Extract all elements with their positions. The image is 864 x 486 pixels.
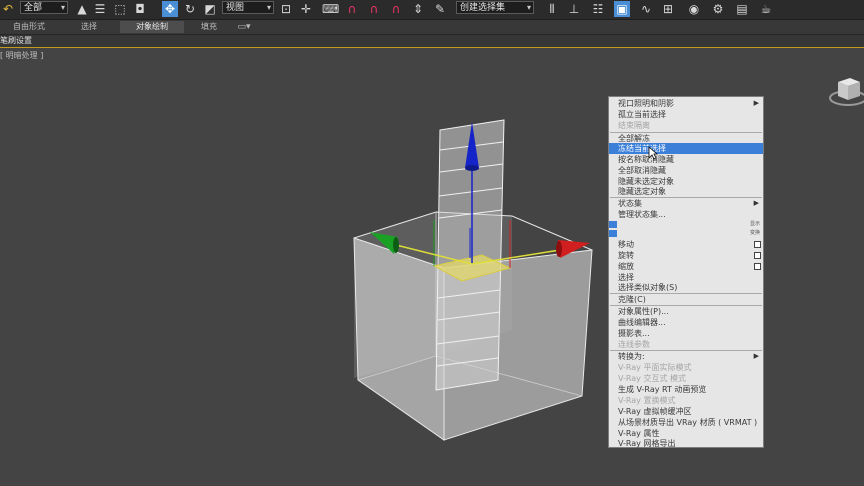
quad-context-menu: 视口照明和阴影 ▶ 孤立当前选择 结束隔离 全部解冻 冻结当前选择 按名称取消隐藏… bbox=[608, 96, 764, 448]
undo-icon[interactable]: ↶ bbox=[0, 1, 16, 17]
menu-item-vray-frame-buffer[interactable]: V-Ray 虚拟帧缓冲区 bbox=[609, 406, 763, 417]
teapot-icon[interactable]: ☕ bbox=[758, 1, 774, 17]
snap-icon[interactable]: ∩ bbox=[344, 1, 360, 17]
ribbon-options-icon[interactable]: ▭▾ bbox=[236, 21, 252, 33]
menu-item-wire-parameters[interactable]: 连线参数 bbox=[609, 339, 763, 350]
menu-item-convert-to[interactable]: 转换为: ▶ bbox=[609, 351, 763, 362]
window-crossing-icon[interactable]: ◘ bbox=[132, 1, 148, 17]
menu-item-vray-interactive-mode[interactable]: V-Ray 交互式 模式 bbox=[609, 373, 763, 384]
settings-box-icon[interactable] bbox=[754, 263, 761, 270]
rotate-icon[interactable]: ↻ bbox=[182, 1, 198, 17]
percent-snap-icon[interactable]: ∩ bbox=[388, 1, 404, 17]
ribbon-tab-bar: 自由形式 选择 对象绘制 填充 ▭▾ bbox=[0, 20, 864, 35]
menu-item-curve-editor[interactable]: 曲线编辑器... bbox=[609, 317, 763, 328]
tab-freeform[interactable]: 自由形式 bbox=[0, 21, 58, 33]
brush-settings-label[interactable]: 笔刷设置 bbox=[0, 35, 32, 47]
move-icon[interactable]: ✥ bbox=[162, 1, 178, 17]
menu-item-end-isolate[interactable]: 结束隔离 bbox=[609, 120, 763, 131]
menu-item-unhide-all[interactable]: 全部取消隐藏 bbox=[609, 165, 763, 176]
quad-header-display: 显示 bbox=[609, 221, 763, 228]
menu-item-isolate-selection[interactable]: 孤立当前选择 bbox=[609, 109, 763, 120]
layer-icon[interactable]: ☷ bbox=[590, 1, 606, 17]
render-icon[interactable]: ▤ bbox=[734, 1, 750, 17]
box-left-face bbox=[353, 237, 445, 441]
named-selection-dropdown[interactable]: 创建选择集 bbox=[456, 1, 534, 14]
reference-coordinate-dropdown[interactable]: 视图 bbox=[222, 1, 274, 14]
edit-named-selection-icon[interactable]: ✎ bbox=[432, 1, 448, 17]
schematic-view-icon[interactable]: ⊞ bbox=[660, 1, 676, 17]
menu-item-freeze-selection[interactable]: 冻结当前选择 bbox=[609, 143, 763, 154]
menu-item-unhide-by-name[interactable]: 按名称取消隐藏 bbox=[609, 154, 763, 165]
submenu-arrow-icon: ▶ bbox=[753, 352, 759, 360]
scale-icon[interactable]: ◩ bbox=[202, 1, 218, 17]
perspective-viewport[interactable] bbox=[0, 48, 608, 486]
select-object-icon[interactable]: ▲ bbox=[74, 1, 90, 17]
pivot-center-icon[interactable]: ⊡ bbox=[278, 1, 294, 17]
mirror-icon[interactable]: ⫴ bbox=[544, 1, 560, 17]
settings-box-icon[interactable] bbox=[754, 252, 761, 259]
menu-item-vray-scene-mode[interactable]: V-Ray 平面实际模式 bbox=[609, 362, 763, 373]
menu-item-state-sets[interactable]: 状态集 ▶ bbox=[609, 198, 763, 209]
align-icon[interactable]: ⊥ bbox=[566, 1, 582, 17]
main-toolbar: ↶ 全部 ▲ ☰ ⬚ ◘ ✥ ↻ ◩ 视图 ⊡ ✛ ⌨ ∩ ∩ ∩ ⇕ ✎ 创建… bbox=[0, 0, 864, 20]
spinner-snap-icon[interactable]: ⇕ bbox=[410, 1, 426, 17]
keyboard-shortcut-icon[interactable]: ⌨ bbox=[322, 1, 339, 17]
z-axis-arrow-base bbox=[465, 165, 479, 171]
menu-item-vray-rt-preview[interactable]: 生成 V-Ray RT 动画预览 bbox=[609, 384, 763, 395]
select-by-name-icon[interactable]: ☰ bbox=[92, 1, 108, 17]
menu-item-move[interactable]: 移动 bbox=[609, 239, 763, 250]
curve-editor-icon[interactable]: ∿ bbox=[638, 1, 654, 17]
menu-item-rotate[interactable]: 旋转 bbox=[609, 250, 763, 261]
mouse-cursor-icon bbox=[648, 146, 658, 160]
ribbon-panel: 笔刷设置 bbox=[0, 35, 864, 48]
y-axis-arrow-base bbox=[393, 237, 399, 253]
menu-item-object-properties[interactable]: 对象属性(P)... bbox=[609, 306, 763, 317]
material-editor-icon[interactable]: ◉ bbox=[686, 1, 702, 17]
menu-item-viewport-lighting[interactable]: 视口照明和阴影 ▶ bbox=[609, 98, 763, 109]
settings-box-icon[interactable] bbox=[754, 241, 761, 248]
viewcube-icon[interactable] bbox=[828, 72, 864, 108]
menu-item-hide-selection[interactable]: 隐藏选定对象 bbox=[609, 186, 763, 197]
menu-item-clone[interactable]: 克隆(C) bbox=[609, 294, 763, 305]
menu-item-export-vrmat[interactable]: 从场景材质导出 VRay 材质 ( VRMAT ) bbox=[609, 417, 763, 428]
x-axis-arrow-base bbox=[556, 241, 562, 257]
menu-item-scale[interactable]: 缩放 bbox=[609, 261, 763, 272]
selection-filter-dropdown[interactable]: 全部 bbox=[20, 1, 68, 14]
menu-item-dope-sheet[interactable]: 摄影表... bbox=[609, 328, 763, 339]
render-setup-icon[interactable]: ⚙ bbox=[710, 1, 726, 17]
submenu-arrow-icon: ▶ bbox=[753, 199, 759, 207]
tab-selection[interactable]: 选择 bbox=[60, 21, 118, 33]
manipulate-icon[interactable]: ✛ bbox=[298, 1, 314, 17]
submenu-arrow-icon: ▶ bbox=[753, 99, 759, 107]
menu-item-vray-displacement-mode[interactable]: V-Ray 置换模式 bbox=[609, 395, 763, 406]
quad-header-transform: 变换 bbox=[609, 230, 763, 237]
tab-populate[interactable]: 填充 bbox=[186, 21, 232, 33]
scene-explorer-icon[interactable]: ▣ bbox=[614, 1, 630, 17]
menu-item-manage-state-sets[interactable]: 管理状态集... bbox=[609, 209, 763, 220]
menu-item-vray-mesh-export[interactable]: V-Ray 网格导出 bbox=[609, 438, 763, 449]
select-region-icon[interactable]: ⬚ bbox=[112, 1, 128, 17]
angle-snap-icon[interactable]: ∩ bbox=[366, 1, 382, 17]
tab-object-paint[interactable]: 对象绘制 bbox=[120, 21, 184, 33]
menu-item-select-similar[interactable]: 选择类似对象(S) bbox=[609, 282, 763, 293]
